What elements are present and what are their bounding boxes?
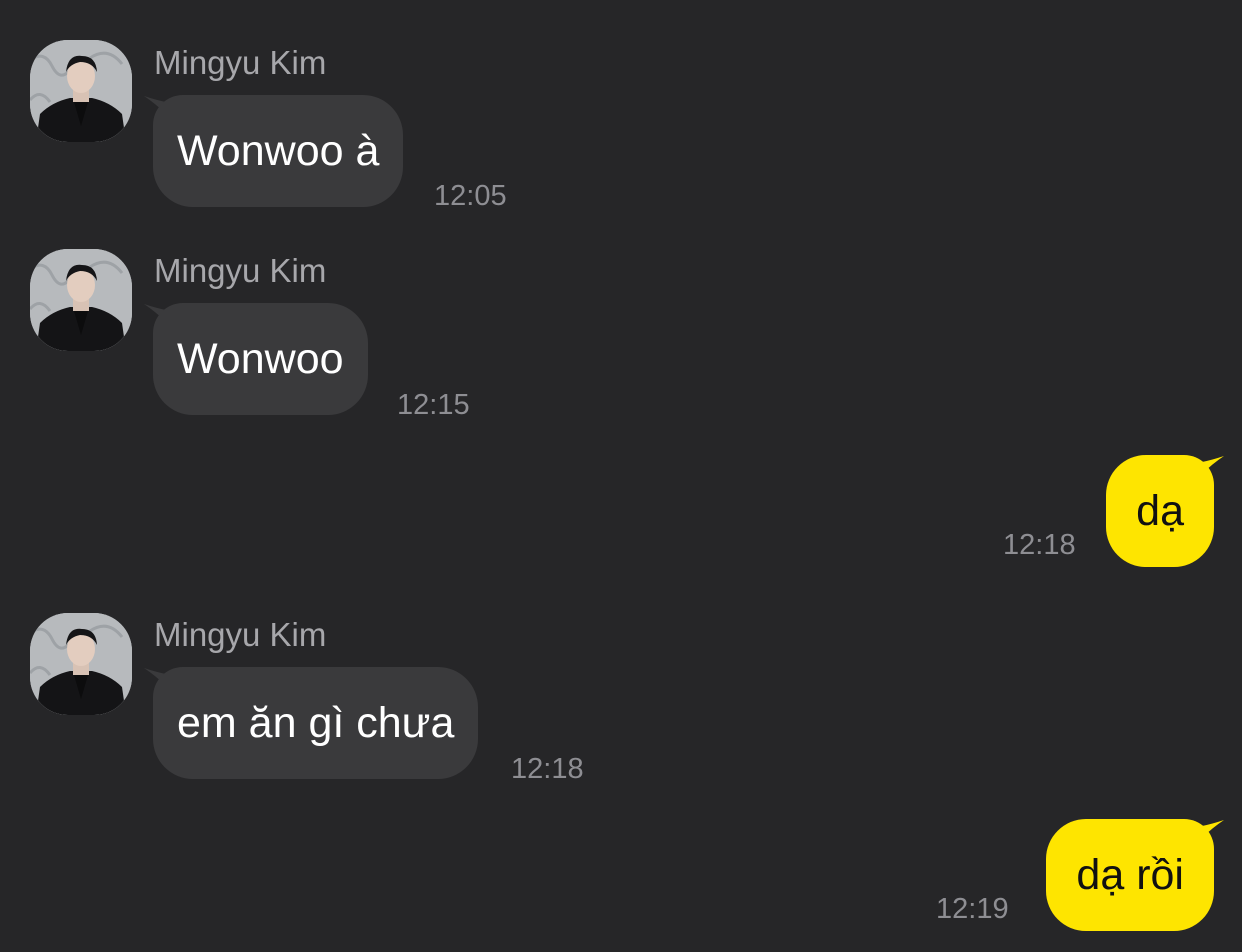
message-bubble[interactable]: Wonwoo xyxy=(153,303,368,415)
avatar[interactable] xyxy=(30,613,132,715)
message-time: 12:05 xyxy=(434,180,507,212)
sender-name: Mingyu Kim xyxy=(154,44,327,81)
avatar[interactable] xyxy=(30,40,132,142)
message-time: 12:18 xyxy=(511,753,584,785)
sender-name: Mingyu Kim xyxy=(154,616,327,653)
message-bubble[interactable]: Wonwoo à xyxy=(153,95,404,207)
person-photo-icon xyxy=(30,40,132,142)
chat-window[interactable]: Mingyu Kim Wonwoo à 12:05 Mingyu Kim Won… xyxy=(0,0,1242,952)
message-time: 12:18 xyxy=(1003,529,1076,561)
message-bubble[interactable]: dạ rồi xyxy=(1046,819,1214,931)
message-time: 12:19 xyxy=(936,893,1009,925)
message-time: 12:15 xyxy=(397,389,470,421)
bubble-tail-icon xyxy=(1202,820,1224,838)
avatar[interactable] xyxy=(30,249,132,351)
bubble-tail-icon xyxy=(1202,456,1224,474)
message-bubble[interactable]: dạ xyxy=(1106,455,1214,567)
person-photo-icon xyxy=(30,249,132,351)
sender-name: Mingyu Kim xyxy=(154,252,327,289)
person-photo-icon xyxy=(30,613,132,715)
message-bubble[interactable]: em ăn gì chưa xyxy=(153,667,479,779)
